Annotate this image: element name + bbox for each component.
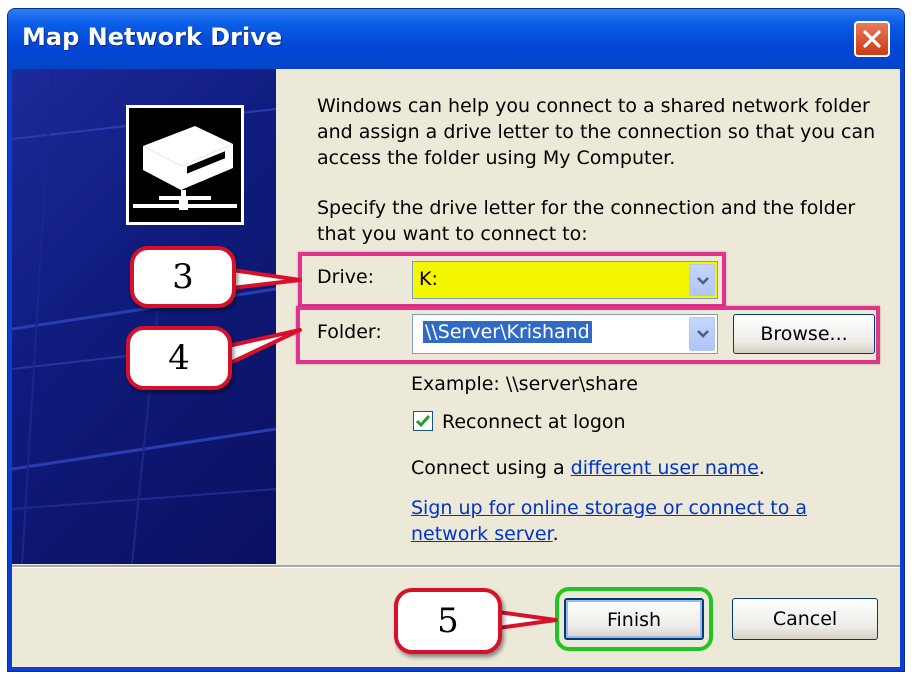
callout-step-5: 5 <box>394 588 502 654</box>
callout-step-4: 4 <box>126 326 232 390</box>
callout-step-3: 3 <box>130 246 236 308</box>
